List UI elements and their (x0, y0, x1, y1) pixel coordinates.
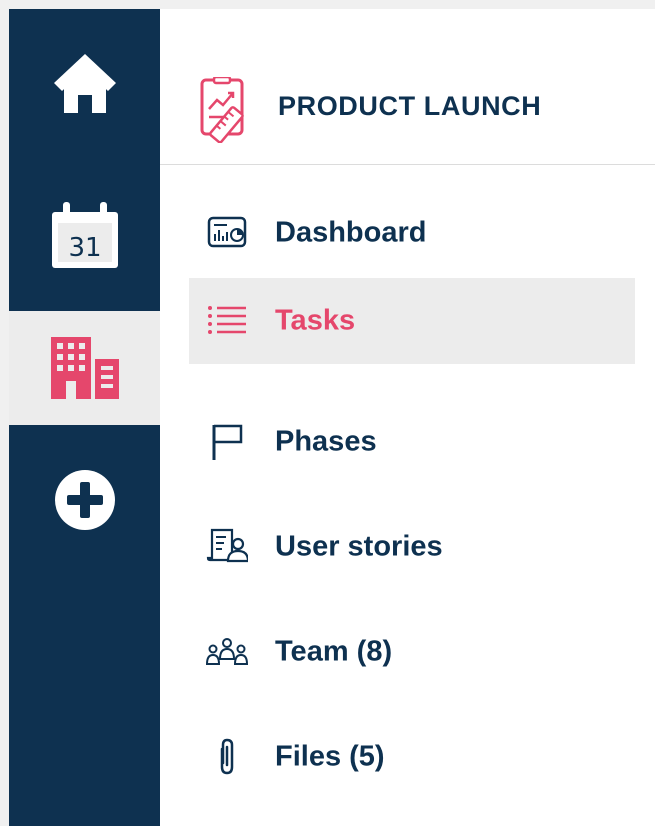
nav-label-files: Files (5) (275, 740, 385, 773)
icon-rail: 31 (9, 9, 160, 826)
svg-text:31: 31 (68, 233, 101, 263)
rail-calendar-button[interactable]: 31 (9, 159, 160, 311)
project-nav-panel: PRODUCT LAUNCH Dashboard Tasks Phases Us… (160, 9, 655, 826)
project-header: PRODUCT LAUNCH (160, 9, 655, 165)
project-chart-icon (200, 77, 244, 143)
nav-item-user-stories[interactable]: User stories (189, 504, 635, 590)
nav-label-dashboard: Dashboard (275, 216, 427, 249)
project-title: PRODUCT LAUNCH (278, 91, 542, 121)
rail-home-button[interactable] (9, 9, 160, 159)
nav-label-phases: Phases (275, 425, 377, 458)
app-frame: 31 PRODUCT LAUNCH Dashboard Tasks Phases… (9, 9, 655, 826)
nav-item-tasks[interactable]: Tasks (189, 278, 635, 364)
nav-label-tasks: Tasks (275, 304, 356, 337)
building-icon (50, 337, 119, 399)
flag-icon (206, 421, 248, 463)
dashboard-icon (206, 212, 248, 254)
nav-label-team: Team (8) (275, 635, 393, 668)
team-icon (206, 631, 248, 673)
nav-label-user-stories: User stories (275, 530, 443, 563)
nav-item-phases[interactable]: Phases (189, 399, 635, 485)
list-icon (206, 300, 248, 342)
calendar-icon: 31 (51, 202, 118, 268)
rail-add-button[interactable] (9, 425, 160, 575)
nav-item-dashboard[interactable]: Dashboard (189, 190, 635, 276)
user-story-icon (206, 526, 248, 568)
home-icon (53, 54, 116, 113)
nav-item-files[interactable]: Files (5) (189, 714, 635, 800)
nav-item-team[interactable]: Team (8) (189, 609, 635, 695)
plus-circle-icon (54, 470, 115, 530)
paperclip-icon (206, 736, 248, 778)
rail-projects-button[interactable] (9, 311, 160, 425)
